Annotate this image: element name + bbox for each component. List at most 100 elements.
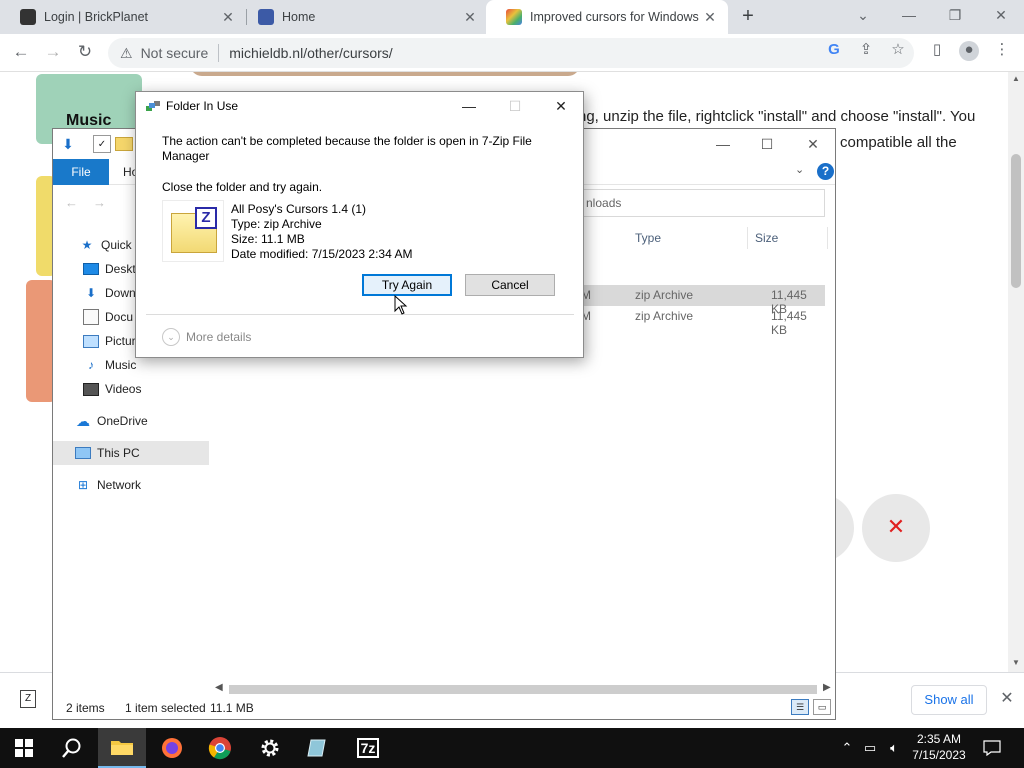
file-explorer-taskbar-button[interactable]: [98, 728, 146, 768]
tab-file[interactable]: File: [53, 159, 109, 185]
nav-item-this-pc[interactable]: This PC: [53, 441, 209, 465]
google-lens-icon[interactable]: G: [824, 41, 844, 61]
dialog-instruction: Close the folder and try again.: [162, 180, 323, 194]
folder-icon[interactable]: [115, 137, 133, 151]
large-icons-view-icon[interactable]: ▭: [813, 699, 831, 715]
close-x-icon: ✕: [886, 514, 906, 539]
forward-arrow-icon[interactable]: →: [40, 41, 66, 65]
side-panel-icon[interactable]: ▯: [927, 41, 947, 61]
star-icon: ★: [81, 238, 93, 252]
reload-icon[interactable]: ↻: [72, 41, 98, 65]
explorer-address-input[interactable]: nloads: [579, 189, 825, 217]
document-icon: [83, 309, 99, 325]
security-label[interactable]: Not secure: [141, 45, 209, 61]
close-icon[interactable]: ✕: [702, 9, 718, 26]
firefox-taskbar-button[interactable]: [148, 728, 196, 768]
try-again-button[interactable]: Try Again: [362, 274, 452, 296]
video-icon: [83, 382, 99, 396]
back-arrow-icon[interactable]: ←: [65, 195, 78, 210]
back-arrow-icon[interactable]: ←: [8, 41, 34, 65]
scroll-right-icon[interactable]: ▶: [823, 682, 831, 693]
tab-search-icon[interactable]: ⌄: [848, 4, 878, 28]
chevron-down-icon[interactable]: ⌄: [795, 163, 804, 176]
scrollbar-thumb[interactable]: [1011, 154, 1021, 288]
chrome-taskbar-button[interactable]: [196, 728, 244, 768]
close-circle-button[interactable]: ✕: [862, 494, 930, 562]
scroll-up-icon[interactable]: ▲: [1008, 74, 1024, 83]
page-scrollbar[interactable]: ▲ ▼: [1008, 72, 1024, 672]
minimize-icon[interactable]: —: [894, 4, 924, 28]
close-icon[interactable]: ✕: [793, 133, 833, 155]
profile-avatar-icon[interactable]: ●: [959, 41, 979, 61]
7zip-taskbar-button[interactable]: 7z: [344, 728, 392, 768]
divider: [218, 44, 220, 62]
maximize-icon[interactable]: ☐: [747, 133, 787, 155]
restore-icon[interactable]: ❐: [940, 4, 970, 28]
forward-arrow-icon[interactable]: →: [93, 195, 106, 210]
bookmark-star-icon[interactable]: ☆: [888, 41, 908, 61]
close-icon[interactable]: ✕: [546, 96, 576, 116]
selection-size: 11.1 MB: [210, 701, 254, 715]
url-text[interactable]: michieldb.nl/other/cursors/: [229, 45, 392, 61]
close-icon[interactable]: ✕: [462, 9, 478, 26]
more-details-label: More details: [186, 330, 252, 344]
download-icon: ⬇: [85, 286, 97, 300]
properties-check-icon[interactable]: ✓: [93, 135, 111, 153]
mouse-cursor-icon: [394, 295, 408, 315]
more-details-toggle[interactable]: ⌄ More details: [162, 328, 251, 346]
nav-label: This PC: [97, 446, 140, 460]
close-window-icon[interactable]: ✕: [986, 4, 1016, 28]
show-all-button[interactable]: Show all: [911, 685, 987, 715]
column-separator[interactable]: [747, 227, 748, 249]
cancel-button[interactable]: Cancel: [465, 274, 555, 296]
column-header-type[interactable]: Type: [635, 227, 661, 249]
file-row[interactable]: M zip Archive 11,445 KB: [579, 285, 825, 316]
address-bar[interactable]: ⚠ Not secure michieldb.nl/other/cursors/: [108, 38, 914, 68]
folder-in-use-dialog: Folder In Use — ☐ ✕ The action can't be …: [135, 91, 584, 358]
tab-home[interactable]: Home ✕: [238, 0, 488, 34]
nav-item-videos[interactable]: Videos: [53, 377, 209, 401]
file-row[interactable]: M zip Archive 11,445 KB: [579, 306, 825, 337]
notifications-icon[interactable]: [980, 728, 1004, 768]
settings-taskbar-button[interactable]: [246, 728, 294, 768]
close-icon[interactable]: ✕: [220, 9, 236, 26]
new-tab-button[interactable]: +: [738, 6, 758, 28]
horizontal-scrollbar[interactable]: ◀ ▶: [211, 681, 835, 697]
scroll-left-icon[interactable]: ◀: [215, 682, 223, 693]
scrollbar-thumb[interactable]: [229, 685, 817, 694]
details-view-icon[interactable]: ☰: [791, 699, 809, 715]
app-taskbar-button[interactable]: [294, 728, 342, 768]
item-count: 2 items: [66, 701, 105, 715]
warning-triangle-icon[interactable]: ⚠: [120, 45, 133, 62]
search-icon: [62, 738, 81, 758]
start-button[interactable]: [0, 728, 48, 768]
zip-download-icon[interactable]: Z: [20, 690, 36, 708]
minimize-icon[interactable]: —: [454, 96, 484, 116]
file-type: Type: zip Archive: [231, 217, 322, 231]
network-status-icon[interactable]: ▭: [860, 728, 880, 768]
dialog-titlebar[interactable]: Folder In Use — ☐ ✕: [136, 92, 583, 120]
column-header-size[interactable]: Size: [755, 227, 778, 249]
search-button[interactable]: [48, 728, 96, 768]
browser-tab-strip: Login | BrickPlanet ✕ Home ✕ Improved cu…: [0, 0, 1024, 34]
notification-bubble-icon: [983, 740, 1001, 756]
volume-muted-icon[interactable]: 🔈︎: [884, 728, 904, 768]
tab-improved-cursors[interactable]: Improved cursors for Windows 1 ✕: [486, 0, 728, 34]
share-icon[interactable]: ⇪: [856, 41, 876, 61]
file-name: All Posy's Cursors 1.4 (1): [231, 202, 366, 216]
tab-brickplanet-login[interactable]: Login | BrickPlanet ✕: [0, 0, 246, 34]
app-icon: [307, 739, 326, 757]
download-arrow-icon[interactable]: ⬇: [59, 135, 77, 153]
column-separator[interactable]: [827, 227, 828, 249]
system-clock[interactable]: 2:35 AM 7/15/2023: [904, 731, 974, 763]
tab-title: Improved cursors for Windows 1: [530, 10, 702, 24]
tray-chevron-up-icon[interactable]: ⌃: [838, 728, 856, 768]
menu-kebab-icon[interactable]: ⋮: [992, 41, 1012, 61]
nav-item-network[interactable]: ⊞ Network: [53, 473, 209, 497]
minimize-icon[interactable]: —: [703, 133, 743, 155]
scroll-down-icon[interactable]: ▼: [1008, 658, 1024, 667]
nav-item-onedrive[interactable]: ☁ OneDrive: [53, 409, 209, 433]
picture-icon: [83, 334, 99, 348]
close-downloads-icon[interactable]: ✕: [997, 688, 1017, 708]
help-icon[interactable]: ?: [817, 163, 834, 180]
